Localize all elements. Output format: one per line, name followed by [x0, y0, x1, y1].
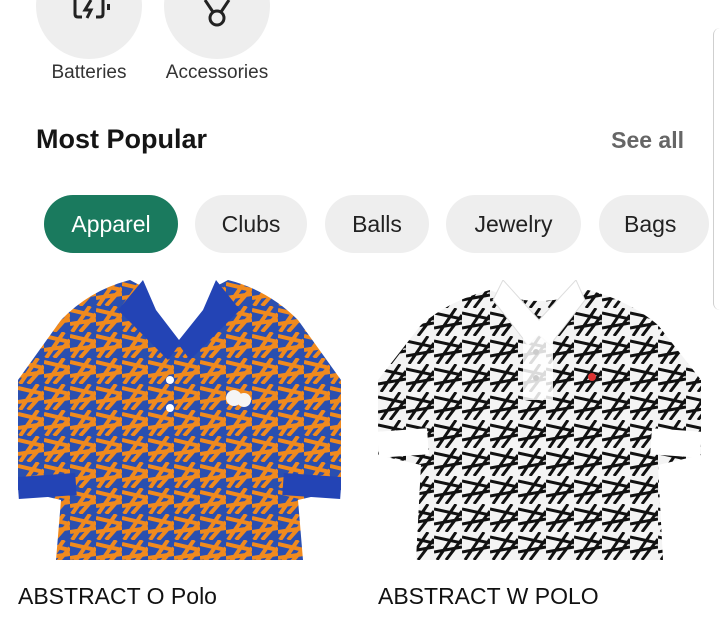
section-title: Most Popular	[36, 124, 208, 154]
chip-balls[interactable]: Balls	[325, 195, 429, 253]
chip-bags[interactable]: Bags	[599, 195, 709, 253]
scroll-edge	[713, 28, 720, 310]
product-name[interactable]: ABSTRACT W POLO	[378, 583, 599, 610]
see-all-link[interactable]: See all	[611, 127, 684, 154]
battery-charging-icon	[73, 0, 110, 19]
product-name[interactable]: ABSTRACT O Polo	[18, 583, 217, 610]
chip-apparel[interactable]: Apparel	[44, 195, 178, 253]
category-label: Batteries	[51, 62, 127, 83]
category-label: Accessories	[165, 62, 269, 83]
medal-icon	[203, 0, 231, 27]
chip-jewelry[interactable]: Jewelry	[446, 195, 581, 253]
chip-clubs[interactable]: Clubs	[195, 195, 307, 253]
product-image-abstract-o-polo[interactable]	[18, 280, 341, 560]
product-image-abstract-w-polo[interactable]	[378, 280, 701, 560]
